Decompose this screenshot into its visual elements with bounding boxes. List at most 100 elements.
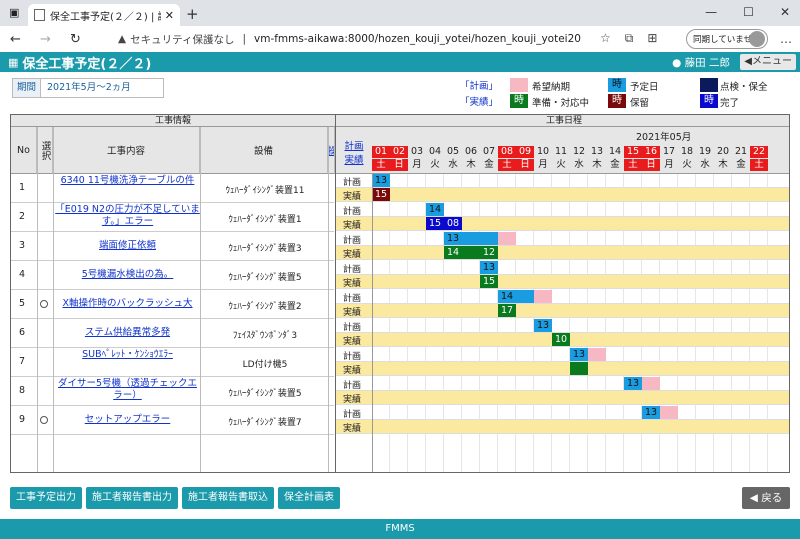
plan-header-label[interactable]: 計画 [336,138,372,152]
table-row: 3 端面修正依頼 ｳｪﾊｰﾀﾞｲｼﾝｸﾞ装置3 [11,232,334,261]
browser-tab[interactable]: 保全工事予定(２／２) | 設備管理 ✕ [28,4,180,26]
schedule-cell-planned[interactable]: 14 [426,203,444,216]
schedule-cell-done[interactable]: 15 [426,217,444,230]
work-link[interactable]: X軸操作時のバックラッシュ大 [55,298,200,310]
report-import-button[interactable]: 施工者報告書取込 [182,487,274,509]
tab-strip: ▣ 保全工事予定(２／２) | 設備管理 ✕ + — ☐ ✕ [0,0,800,26]
schedule-cell-prep[interactable]: 14 [444,246,462,259]
schedule-cell-desired[interactable] [498,232,516,245]
day-weekday: 金 [736,159,746,170]
menu-button[interactable]: ◀メニュー [740,54,796,70]
schedule-cell-prep[interactable]: 15 [480,275,498,288]
actual-row-label: 実績 [343,395,362,405]
table-row: 9 セットアップエラー ｳｪﾊｰﾀﾞｲｼﾝｸﾞ装置7 [11,406,334,435]
warning-icon[interactable]: ▲ [118,33,126,45]
equipment-cell: ｳｪﾊｰﾀﾞｲｼﾝｸﾞ装置7 [228,418,302,428]
sync-button[interactable]: 同期していません [686,29,768,49]
actual-row-label: 実績 [343,192,362,202]
day-number: 17 [662,146,676,157]
minimize-icon[interactable]: — [705,5,717,19]
day-weekday: 日 [390,159,408,171]
window-menu-icon[interactable]: ▣ [9,6,19,19]
day-weekday: 月 [538,159,548,170]
equipment-cell: ｳｪﾊｰﾀﾞｲｼﾝｸﾞ装置5 [228,273,302,283]
actual-row-label: 実績 [343,308,362,318]
select-radio[interactable] [40,416,48,424]
work-link[interactable]: 「E019 N2の圧力が不足しています。」エラー [55,204,200,228]
col-equipment: 設備 [200,127,328,174]
legend-planned-label: 予定日 [630,82,659,93]
schedule-cell-planned[interactable]: 13 [444,232,462,245]
more-icon[interactable]: … [780,32,792,46]
schedule-cell-planned[interactable] [462,232,480,245]
work-link[interactable]: ステム供給異常多発 [55,327,200,339]
schedule-output-button[interactable]: 工事予定出力 [10,487,82,509]
schedule-cell-planned[interactable]: 13 [534,319,552,332]
address-bar[interactable]: ▲ セキュリティ保護なし | vm-fmms-aikawa:8000/hozen… [118,28,638,50]
schedule-cell-planned[interactable]: 14 [498,290,516,303]
schedule-cell-planned[interactable]: 13 [624,377,642,390]
browser-toolbar: ← → ↻ ▲ セキュリティ保護なし | vm-fmms-aikawa:8000… [0,26,800,52]
favorite-icon[interactable]: ☆ [600,31,611,46]
forward-icon[interactable]: → [40,32,60,47]
month-label: 2021年05月 [636,132,692,143]
schedule-cell-planned[interactable]: 13 [642,406,660,419]
new-tab-icon[interactable]: + [186,5,199,23]
select-radio[interactable] [40,300,48,308]
extensions-icon[interactable]: ⊞ [647,31,657,46]
maximize-icon[interactable]: ☐ [743,5,754,19]
actual-header-label[interactable]: 実績 [336,152,372,166]
schedule-cell-planned[interactable] [480,232,498,245]
work-link[interactable]: 6340 11号機洗浄テーブルの件 [55,175,200,187]
plan-row-label: 計画 [343,381,362,391]
close-tab-icon[interactable]: ✕ [165,9,174,22]
close-window-icon[interactable]: ✕ [780,5,790,19]
work-link[interactable]: 端面修正依頼 [55,240,200,252]
collections-icon[interactable]: ⧉ [625,31,634,46]
schedule-cell-hold[interactable]: 15 [372,188,390,201]
schedule-cell-planned[interactable]: 13 [372,174,390,187]
schedule-cell-prep[interactable] [462,246,480,259]
schedule-cell-planned[interactable]: 13 [480,261,498,274]
work-link[interactable]: 5号機漏水検出の為。 [55,269,200,281]
work-link[interactable]: ダイサー5号機（透過チェックエラー） [55,378,200,402]
url-text[interactable]: vm-fmms-aikawa:8000/hozen_kouji_yotei/ho… [254,33,581,45]
work-link[interactable]: セットアップエラー [55,414,200,426]
schedule-cell-prep[interactable] [570,362,588,375]
back-button[interactable]: ◀ 戻る [742,487,790,509]
table-row: 7 SUBﾍﾟﾚｯﾄ・ｹﾝｼｮｳｴﾗｰ LD付け機5 [11,348,334,377]
schedule-cell-desired[interactable] [534,290,552,303]
table-row: 4 5号機漏水検出の為。 ｳｪﾊｰﾀﾞｲｼﾝｸﾞ装置5 [11,261,334,290]
maintenance-plan-button[interactable]: 保全計画表 [278,487,340,509]
schedule-cell-desired[interactable] [588,348,606,361]
schedule-grid: 工事日程 計画 実績 2021年05月 01 土 02 日 03 月 04 火 05 水 06 木 07… [335,115,789,472]
day-number: 22 [750,146,768,158]
day-number: 08 [498,146,516,158]
day-number: 09 [516,146,534,158]
report-output-button[interactable]: 施工者報告書出力 [86,487,178,509]
day-weekday: 火 [682,159,692,170]
actual-row-label: 実績 [343,279,362,289]
separator: | [242,33,246,45]
schedule-cell-desired[interactable] [642,377,660,390]
day-weekday: 月 [412,159,422,170]
schedule-cell-prep[interactable]: 12 [480,246,498,259]
day-number: 19 [698,146,712,157]
schedule-cell-desired[interactable] [660,406,678,419]
col-extra[interactable]: 操 [328,127,335,174]
day-number: 03 [410,146,424,157]
schedule-cell-planned[interactable]: 13 [570,348,588,361]
day-weekday: 木 [592,159,602,170]
schedule-cell-prep[interactable]: 17 [498,304,516,317]
schedule-cell-planned[interactable] [516,290,534,303]
schedule-cell-done[interactable]: 08 [444,217,462,230]
period-value[interactable]: 2021年5月～2ヵ月 [41,79,131,97]
back-icon[interactable]: ← [10,32,30,47]
schedule-cell-prep[interactable]: 10 [552,333,570,346]
table-row: 5 X軸操作時のバックラッシュ大 ｳｪﾊｰﾀﾞｲｼﾝｸﾞ装置2 [11,290,334,319]
security-label[interactable]: セキュリティ保護なし [130,32,234,47]
work-link[interactable]: SUBﾍﾟﾚｯﾄ・ｹﾝｼｮｳｴﾗｰ [55,349,200,361]
day-number: 12 [572,146,586,157]
reload-icon[interactable]: ↻ [70,32,90,47]
plan-row: 計画 14 [336,203,789,217]
